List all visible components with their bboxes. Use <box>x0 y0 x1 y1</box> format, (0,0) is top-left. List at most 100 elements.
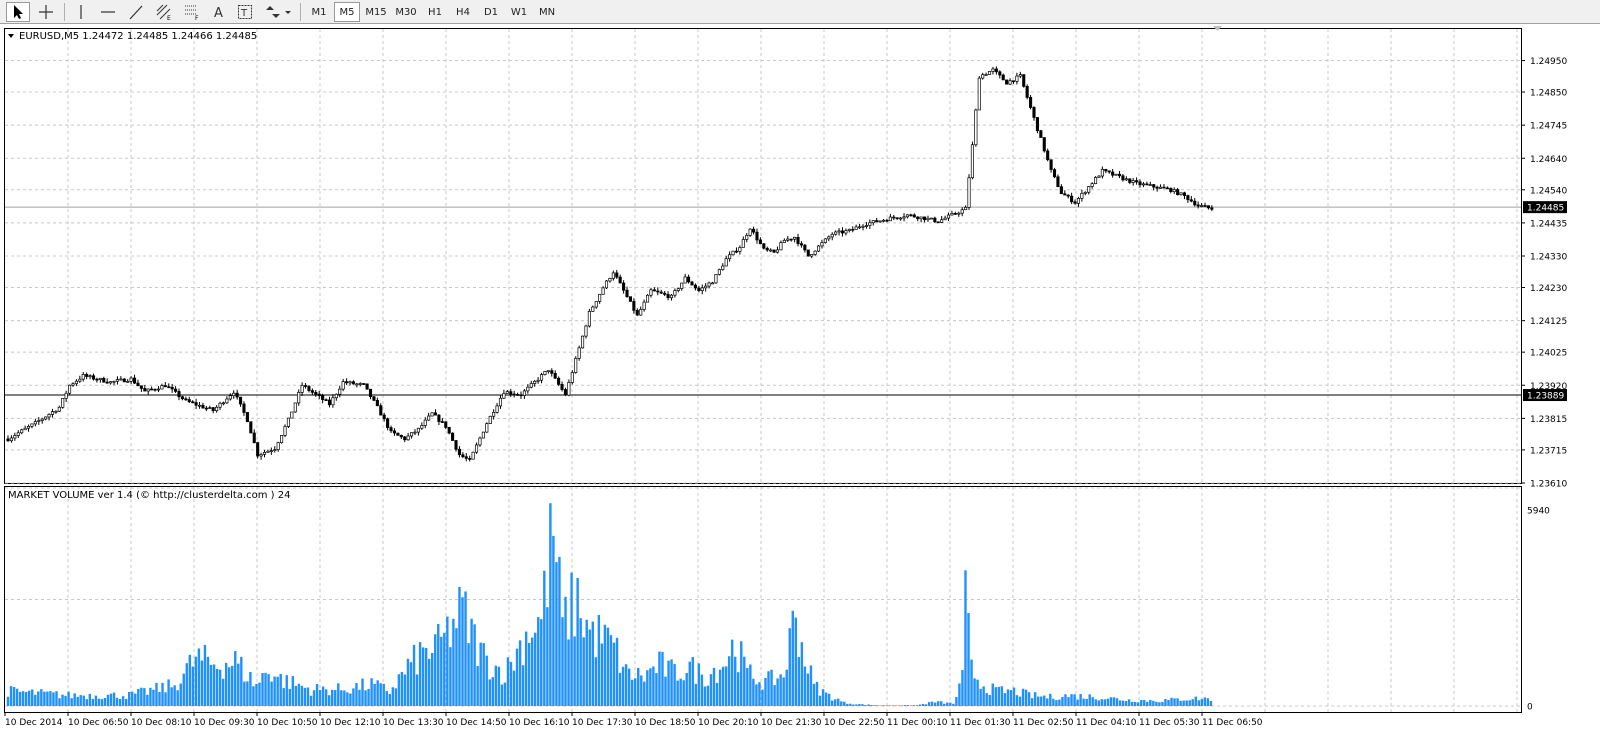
cursor-tool-button[interactable] <box>6 2 30 22</box>
toolbar-separator <box>64 3 65 21</box>
candle-body <box>488 415 492 424</box>
text-label-tool-button[interactable]: T <box>234 2 256 22</box>
candle-body <box>1169 187 1173 192</box>
volume-bar <box>427 658 431 706</box>
volume-bar <box>809 665 813 706</box>
timeframe-d1-button[interactable]: D1 <box>478 2 504 22</box>
timeframe-h1-button[interactable]: H1 <box>422 2 448 22</box>
candle-body <box>362 383 366 385</box>
volume-bar <box>67 691 70 706</box>
volume-bar <box>194 656 198 706</box>
candle-body <box>687 276 691 283</box>
volume-bar <box>309 695 313 706</box>
volume-bar <box>1100 699 1104 706</box>
candle-body <box>218 402 222 408</box>
candle-body <box>365 383 369 390</box>
volume-bar <box>394 688 398 706</box>
candle-body <box>553 373 557 379</box>
volume-bar <box>437 624 440 706</box>
candle-body <box>454 440 458 450</box>
volume-bar <box>273 676 276 706</box>
candle-body <box>786 238 790 241</box>
candle-body <box>1104 168 1108 172</box>
volume-bar <box>1197 700 1200 706</box>
volume-bar <box>691 657 694 706</box>
candle-body <box>427 415 431 421</box>
volume-bar <box>888 705 891 706</box>
vertical-line-tool-button[interactable] <box>70 2 92 22</box>
timeframe-h4-button[interactable]: H4 <box>450 2 476 22</box>
candle-body <box>902 216 906 219</box>
equidistant-channel-tool-button[interactable]: E <box>152 2 176 22</box>
svg-text:F: F <box>195 15 199 21</box>
candle-body <box>858 226 862 229</box>
volume-bar <box>285 675 288 706</box>
volume-bar <box>897 705 901 706</box>
candle-body <box>676 288 680 291</box>
time-tick-label: 11 Dec 05:30 <box>1139 718 1200 728</box>
timeframe-mn-button[interactable]: MN <box>534 2 560 22</box>
volume-bar <box>134 693 137 706</box>
timeframe-m5-button[interactable]: M5 <box>334 2 360 22</box>
horizontal-line-tool-button[interactable] <box>96 2 120 22</box>
candle-body <box>782 239 786 243</box>
volume-bar <box>170 687 173 706</box>
indicator-title: MARKET VOLUME ver 1.4 (© http://clusterd… <box>8 490 290 501</box>
volume-bar <box>909 705 913 706</box>
arrows-tool-button[interactable] <box>262 2 294 22</box>
volume-bar <box>1164 699 1167 706</box>
volume-bar <box>282 688 285 706</box>
candle-body <box>471 451 475 460</box>
candle-body <box>560 384 564 390</box>
volume-bar <box>209 664 213 706</box>
timeframe-m30-button[interactable]: M30 <box>392 2 420 22</box>
volume-bar <box>561 617 564 706</box>
candle-body <box>47 414 51 418</box>
volume-bar <box>873 705 876 706</box>
crosshair-tool-button[interactable] <box>34 2 58 22</box>
candle-body <box>895 217 899 220</box>
candle-body <box>943 217 947 221</box>
volume-bar <box>361 678 364 706</box>
timeframe-m15-button[interactable]: M15 <box>362 2 390 22</box>
chart-area[interactable]: 1.24950 1.24850 1.24745 1.24640 1.24540 1.244… <box>0 24 1600 746</box>
time-tick-label: 11 Dec 01:30 <box>950 718 1011 728</box>
candle-body <box>9 437 13 442</box>
volume-bar <box>1073 694 1076 706</box>
candle-body <box>242 403 246 413</box>
candle-body <box>591 306 595 312</box>
candle-body <box>239 396 243 405</box>
candle-body <box>321 395 325 401</box>
candle-body <box>262 452 267 455</box>
volume-bar <box>291 676 295 706</box>
text-tool-button[interactable]: A <box>208 2 230 22</box>
volume-bar <box>1012 687 1016 706</box>
volume-bar <box>521 665 525 706</box>
volume-bar <box>509 661 513 706</box>
candle-body <box>697 287 701 292</box>
candle-body <box>885 219 889 222</box>
candle-body <box>256 442 260 457</box>
text-A-icon: A <box>214 6 223 20</box>
fibonacci-tool-button[interactable]: F <box>180 2 204 22</box>
trendline-tool-button[interactable] <box>124 2 148 22</box>
volume-bar <box>185 663 188 706</box>
volume-bar <box>297 683 301 706</box>
volume-bar <box>455 628 458 706</box>
candle-body <box>639 309 643 316</box>
timeframe-m1-button[interactable]: M1 <box>306 2 332 22</box>
candle-body <box>1158 186 1163 189</box>
candle-body <box>714 274 718 284</box>
volume-bar <box>737 672 740 706</box>
volume-bar <box>779 674 782 706</box>
candle-body <box>1186 195 1190 201</box>
volume-bar <box>440 636 443 706</box>
candle-body <box>1193 200 1197 206</box>
volume-bar <box>1027 692 1031 706</box>
volume-bar <box>1194 696 1197 706</box>
volume-bar <box>424 647 428 706</box>
candle-body <box>1107 170 1111 173</box>
volume-bar <box>1133 701 1137 706</box>
volume-bar <box>85 699 88 706</box>
timeframe-w1-button[interactable]: W1 <box>506 2 532 22</box>
